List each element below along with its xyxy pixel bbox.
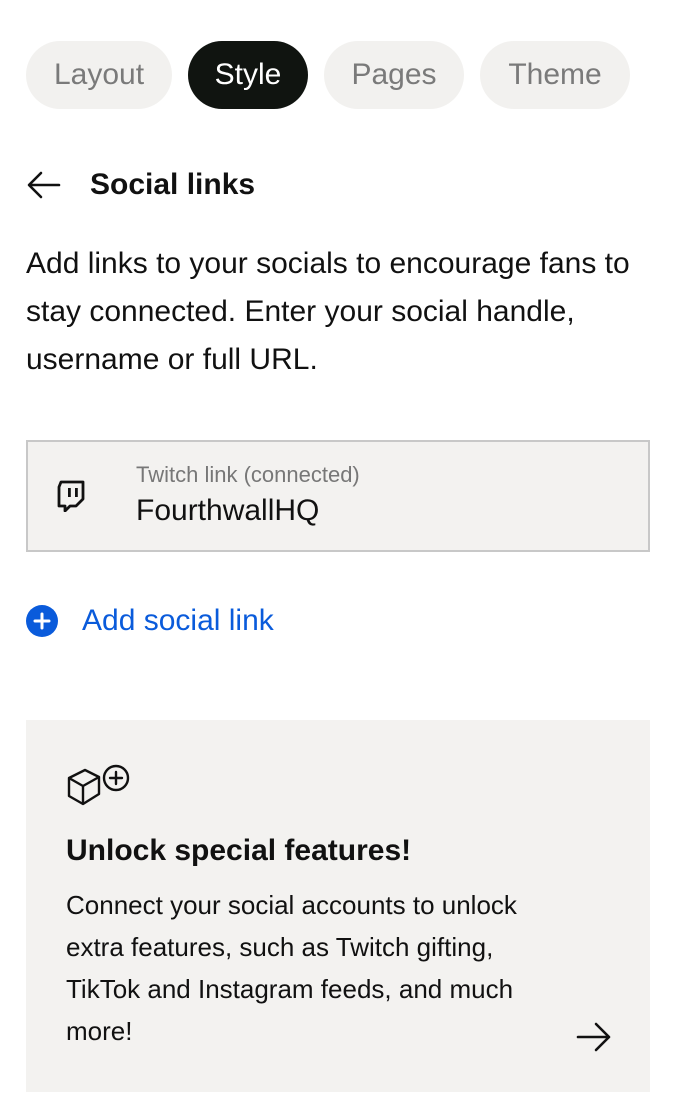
- back-button[interactable]: [26, 167, 62, 203]
- add-social-link-button[interactable]: Add social link: [26, 604, 274, 638]
- tab-layout[interactable]: Layout: [26, 41, 172, 109]
- twitch-link-value[interactable]: FourthwallHQ: [136, 491, 360, 531]
- unlock-features-card[interactable]: Unlock special features! Connect your so…: [26, 720, 650, 1092]
- section-description: Add links to your socials to encourage f…: [26, 247, 630, 376]
- page-title: Social links: [90, 168, 256, 201]
- promo-title: Unlock special features!: [66, 834, 412, 867]
- promo-text: Connect your social accounts to unlock e…: [66, 890, 517, 1046]
- twitch-icon: [54, 479, 88, 513]
- add-social-link-label: Add social link: [82, 604, 274, 637]
- section-header: Social links: [26, 160, 255, 210]
- tab-style[interactable]: Style: [188, 41, 308, 109]
- twitch-link-label: Twitch link (connected): [136, 462, 360, 487]
- arrow-right-icon[interactable]: [576, 1020, 612, 1054]
- arrow-left-icon: [27, 171, 61, 199]
- tab-theme[interactable]: Theme: [480, 41, 630, 109]
- tab-bar: Layout Style Pages Theme: [26, 41, 630, 109]
- twitch-link-field[interactable]: Twitch link (connected) FourthwallHQ: [26, 440, 650, 552]
- box-plus-icon: [67, 764, 130, 806]
- plus-circle-icon: [26, 605, 58, 637]
- tab-pages[interactable]: Pages: [324, 41, 464, 109]
